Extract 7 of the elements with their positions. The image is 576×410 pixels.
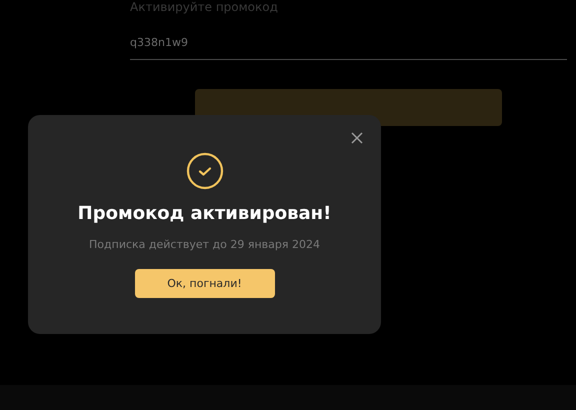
close-icon[interactable] [351, 132, 363, 144]
confirm-button[interactable]: Ок, погнали! [134, 269, 274, 298]
promo-code-field[interactable]: q338n1w9 [130, 36, 567, 60]
check-circle-icon [186, 152, 224, 190]
dialog-title: Промокод активирован! [78, 203, 332, 224]
dialog-message: Подписка действует до 29 января 2024 [89, 238, 320, 251]
form-heading: Активируйте промокод [130, 0, 279, 14]
